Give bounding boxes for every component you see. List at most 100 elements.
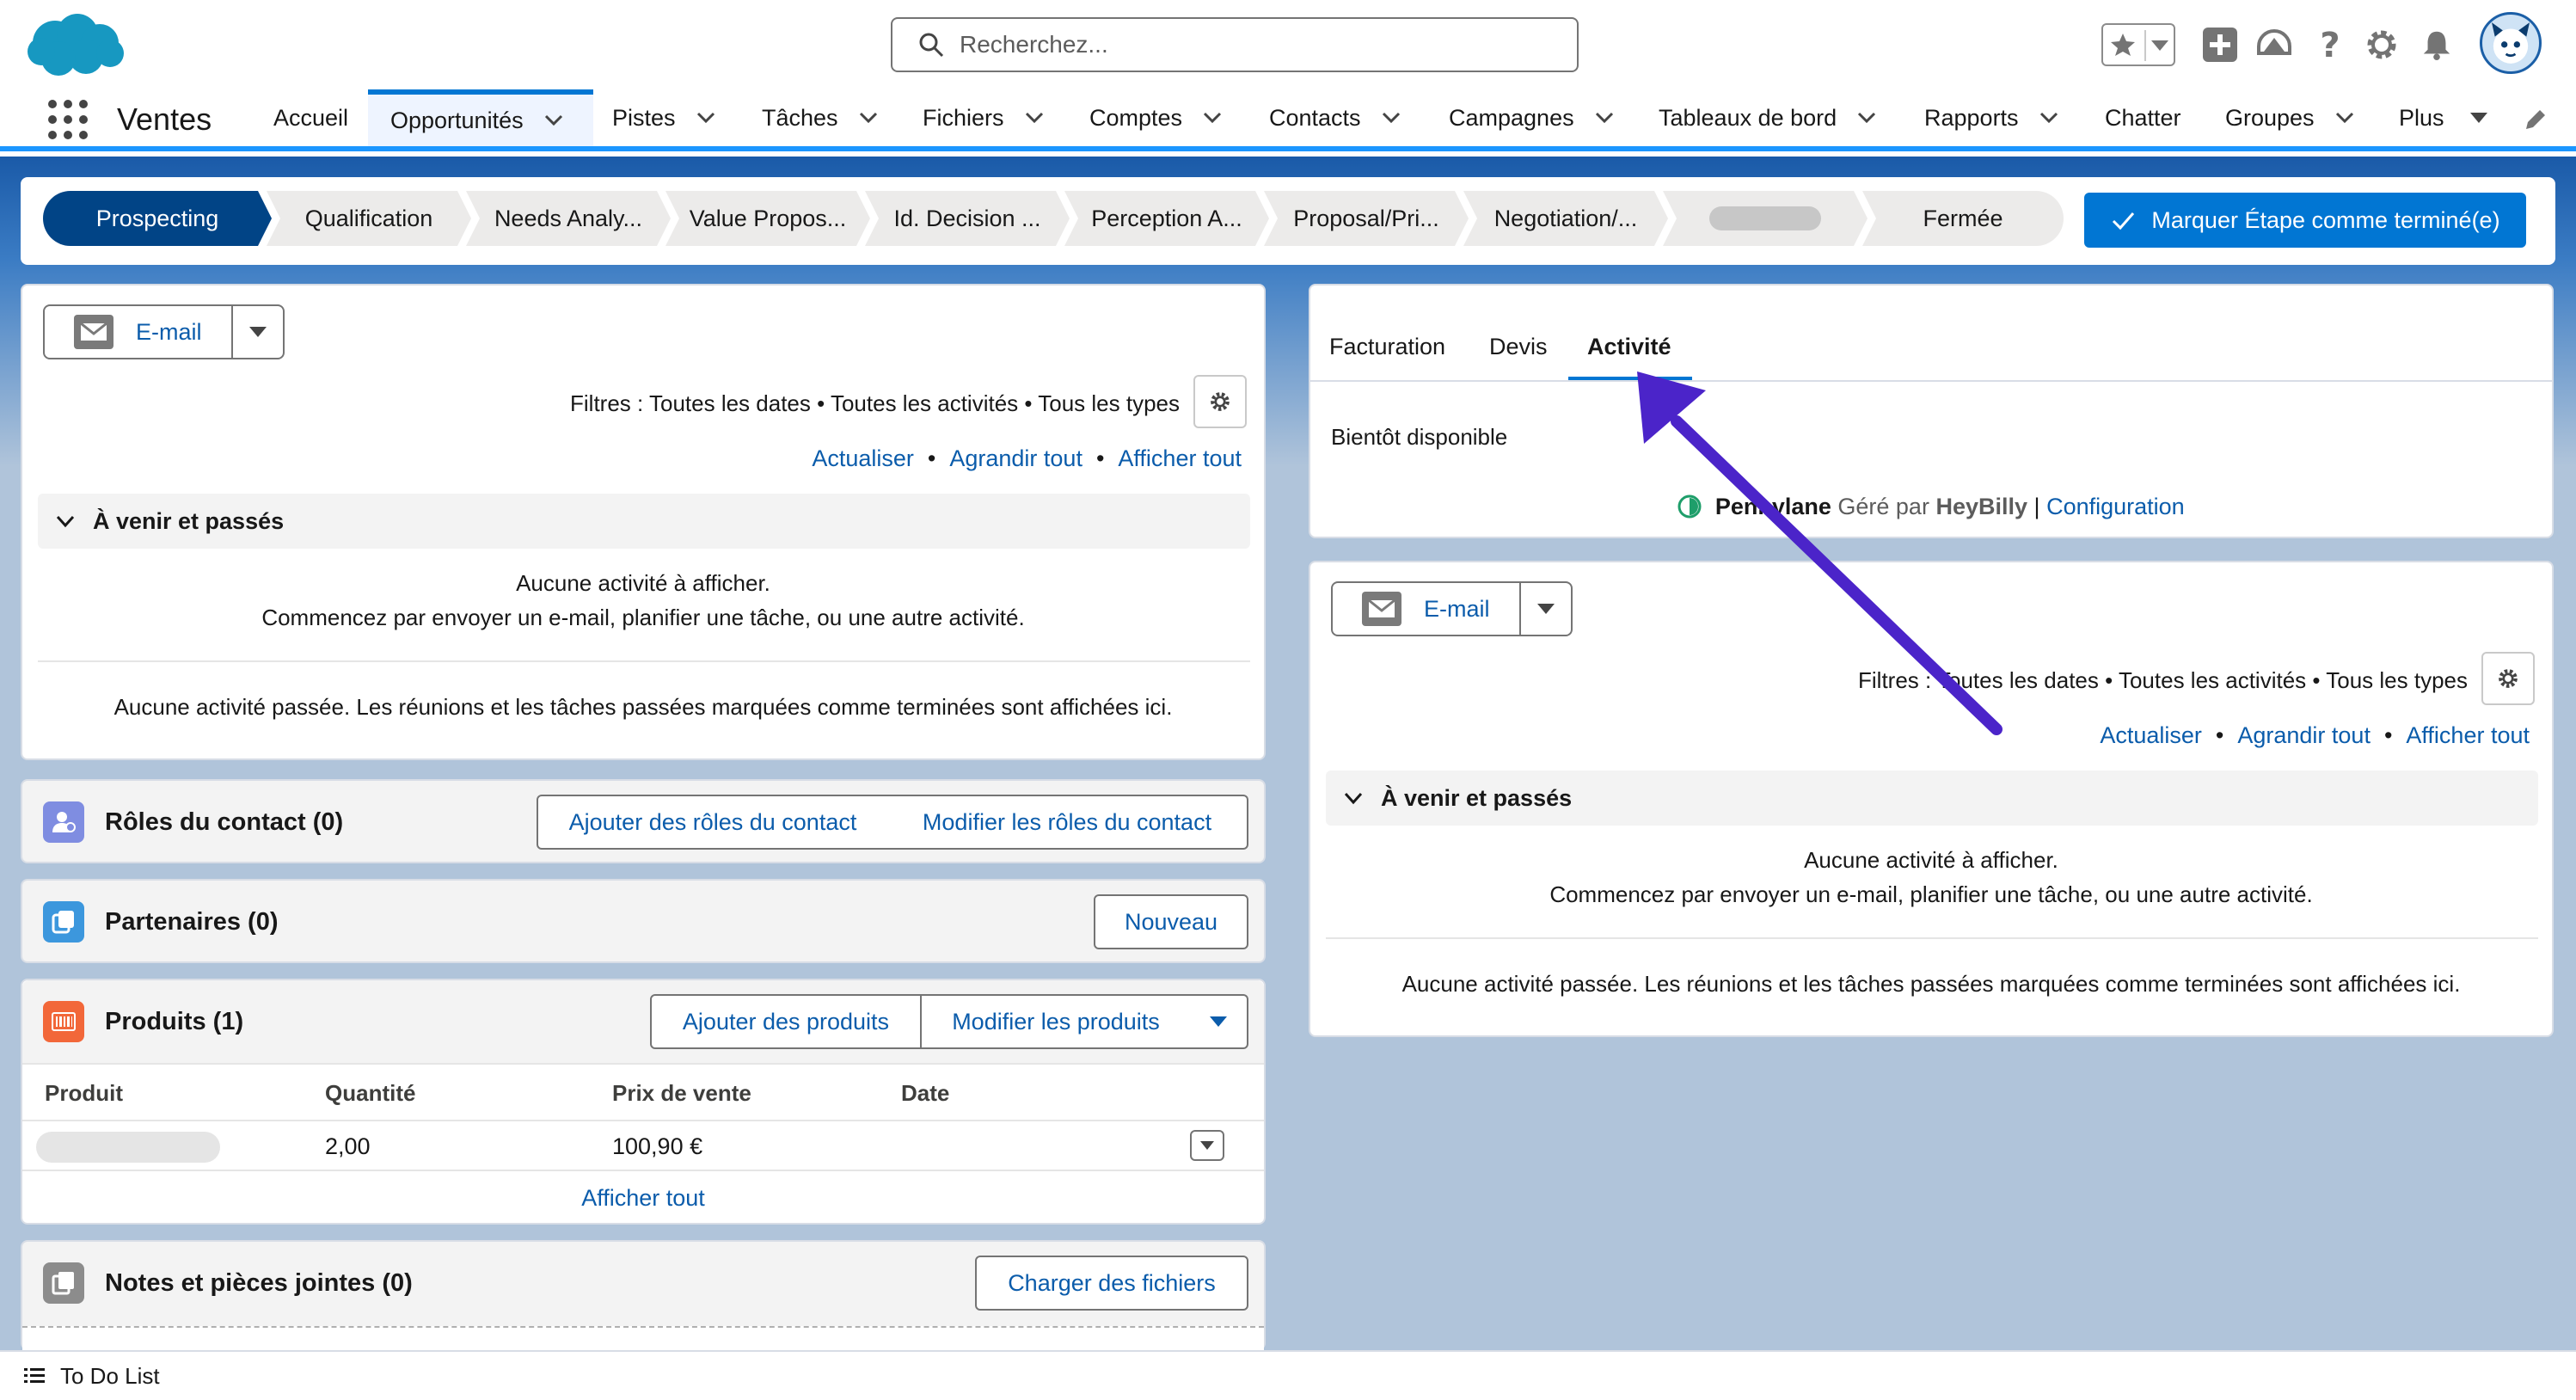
nav-item-opportunites[interactable]: Opportunités (368, 89, 593, 146)
table-header-divider (22, 1120, 1264, 1121)
tab-activite[interactable]: Activité (1587, 334, 1671, 360)
nav-item-contacts[interactable]: Contacts (1269, 89, 1401, 146)
email-button[interactable]: E-mail (45, 306, 231, 358)
svg-text:?: ? (2320, 28, 2340, 62)
upcoming-past-section-header[interactable]: À venir et passés (38, 494, 1250, 549)
salesforce-cloud-logo[interactable] (24, 9, 127, 81)
help-button[interactable]: ? (2313, 19, 2347, 71)
nav-item-tableaux-de-bord[interactable]: Tableaux de bord (1659, 89, 1876, 146)
edit-products-button[interactable]: Modifier les produits (920, 994, 1192, 1049)
search-input[interactable] (960, 31, 1561, 58)
email-button[interactable]: E-mail (1333, 583, 1519, 635)
activity-filters-text: Filtres : Toutes les dates • Toutes les … (1858, 667, 2468, 693)
column-header-produit[interactable]: Produit (45, 1080, 123, 1107)
chevron-down-icon[interactable] (2039, 112, 2058, 124)
products-more-dropdown[interactable] (1190, 994, 1248, 1049)
todo-list-utility-bar[interactable]: To Do List (0, 1350, 2576, 1400)
chevron-down-icon[interactable] (544, 114, 563, 126)
upcoming-past-section-header[interactable]: À venir et passés (1326, 771, 2538, 826)
path-stage-needs-analysis[interactable]: Needs Analy... (466, 191, 671, 246)
activity-links: Actualiser • Agrandir tout • Afficher tout (812, 445, 1242, 471)
path-stage-redacted[interactable] (1663, 191, 1868, 246)
column-header-prix[interactable]: Prix de vente (612, 1080, 751, 1107)
mark-stage-complete-button[interactable]: Marquer Étape comme terminé(e) (2084, 193, 2526, 248)
chevron-down-icon[interactable] (1203, 112, 1222, 124)
filter-settings-button[interactable] (2481, 652, 2535, 705)
nav-item-comptes[interactable]: Comptes (1089, 89, 1222, 146)
chevron-down-icon[interactable] (1025, 112, 1044, 124)
path-stage-fermee[interactable]: Fermée (1862, 191, 2064, 246)
chevron-down-icon[interactable] (1382, 112, 1401, 124)
products-card: Produits (1) Ajouter des produits Modifi… (21, 979, 1266, 1225)
help-icon: ? (2320, 28, 2340, 62)
new-partner-button[interactable]: Nouveau (1094, 894, 1248, 949)
email-dropdown-button[interactable] (1518, 583, 1571, 635)
notifications-button[interactable] (2418, 19, 2456, 71)
tab-facturation[interactable]: Facturation (1329, 334, 1445, 360)
nav-item-pistes[interactable]: Pistes (612, 89, 715, 146)
contact-roles-card: Rôles du contact (0) Ajouter des rôles d… (21, 779, 1266, 863)
global-actions-button[interactable] (2201, 19, 2239, 71)
app-launcher-icon[interactable] (48, 100, 88, 139)
products-title[interactable]: Produits (1) (105, 1008, 243, 1036)
view-all-link[interactable]: Afficher tout (2406, 722, 2530, 748)
chevron-down-icon[interactable] (1857, 112, 1876, 124)
path-stage-prospecting[interactable]: Prospecting (43, 191, 272, 246)
products-view-all-link[interactable]: Afficher tout (22, 1185, 1264, 1212)
row-actions-button[interactable] (1190, 1130, 1224, 1161)
expand-all-link[interactable]: Agrandir tout (949, 445, 1083, 471)
path-stage-perception-analysis[interactable]: Perception A... (1064, 191, 1269, 246)
path-stage-proposal[interactable]: Proposal/Pri... (1264, 191, 1469, 246)
filter-settings-button[interactable] (1193, 375, 1247, 428)
chevron-down-icon[interactable] (859, 112, 878, 124)
view-all-link[interactable]: Afficher tout (1118, 445, 1242, 471)
pennylane-logo-icon (1677, 494, 1702, 519)
file-drop-zone[interactable] (22, 1326, 1264, 1352)
divider (38, 660, 1250, 662)
add-icon (2203, 28, 2237, 62)
nav-item-groupes[interactable]: Groupes (2225, 89, 2354, 146)
add-products-button[interactable]: Ajouter des produits (650, 994, 922, 1049)
partners-title[interactable]: Partenaires (0) (105, 908, 279, 936)
nav-item-chatter[interactable]: Chatter (2105, 89, 2181, 146)
nav-item-plus[interactable]: Plus (2399, 89, 2487, 146)
expand-all-link[interactable]: Agrandir tout (2237, 722, 2371, 748)
chevron-down-icon[interactable] (2335, 112, 2354, 124)
edit-nav-pencil-icon[interactable] (2523, 107, 2548, 132)
notes-attachments-card: Notes et pièces jointes (0) Charger des … (21, 1240, 1266, 1352)
redacted-product-name[interactable] (36, 1132, 220, 1163)
refresh-link[interactable]: Actualiser (2100, 722, 2202, 748)
notes-attachments-title[interactable]: Notes et pièces jointes (0) (105, 1269, 413, 1298)
nav-item-taches[interactable]: Tâches (762, 89, 878, 146)
user-avatar[interactable] (2480, 12, 2542, 74)
add-contact-roles-button[interactable]: Ajouter des rôles du contact (537, 795, 889, 850)
path-stage-id-decision[interactable]: Id. Decision ... (865, 191, 1070, 246)
edit-contact-roles-button[interactable]: Modifier les rôles du contact (887, 795, 1248, 850)
global-search[interactable] (891, 17, 1579, 72)
activity-filters-text: Filtres : Toutes les dates • Toutes les … (570, 390, 1180, 416)
path-stage-qualification[interactable]: Qualification (267, 191, 471, 246)
column-header-quantite[interactable]: Quantité (325, 1080, 415, 1107)
trailhead-button[interactable] (2253, 19, 2296, 71)
upload-files-button[interactable]: Charger des fichiers (975, 1256, 1248, 1311)
path-stage-value-proposition[interactable]: Value Propos... (665, 191, 870, 246)
tab-devis[interactable]: Devis (1489, 334, 1548, 360)
favorites-button[interactable] (2101, 23, 2175, 66)
chevron-down-icon[interactable] (1595, 112, 1614, 124)
chevron-down-icon[interactable] (696, 112, 715, 124)
column-header-date[interactable]: Date (901, 1080, 949, 1107)
no-activity-message: Aucune activité à afficher. Commencez pa… (261, 570, 1025, 630)
check-icon (2113, 212, 2135, 230)
configuration-link[interactable]: Configuration (2046, 494, 2185, 519)
contact-roles-title[interactable]: Rôles du contact (0) (105, 808, 343, 837)
global-header: ? (0, 0, 2576, 89)
nav-item-campagnes[interactable]: Campagnes (1449, 89, 1614, 146)
gear-icon (2499, 669, 2518, 688)
nav-item-accueil[interactable]: Accueil (273, 89, 348, 146)
nav-item-fichiers[interactable]: Fichiers (923, 89, 1044, 146)
refresh-link[interactable]: Actualiser (812, 445, 914, 471)
setup-button[interactable] (2363, 19, 2401, 71)
nav-item-rapports[interactable]: Rapports (1924, 89, 2058, 146)
path-stage-negotiation[interactable]: Negotiation/... (1463, 191, 1668, 246)
email-dropdown-button[interactable] (230, 306, 283, 358)
